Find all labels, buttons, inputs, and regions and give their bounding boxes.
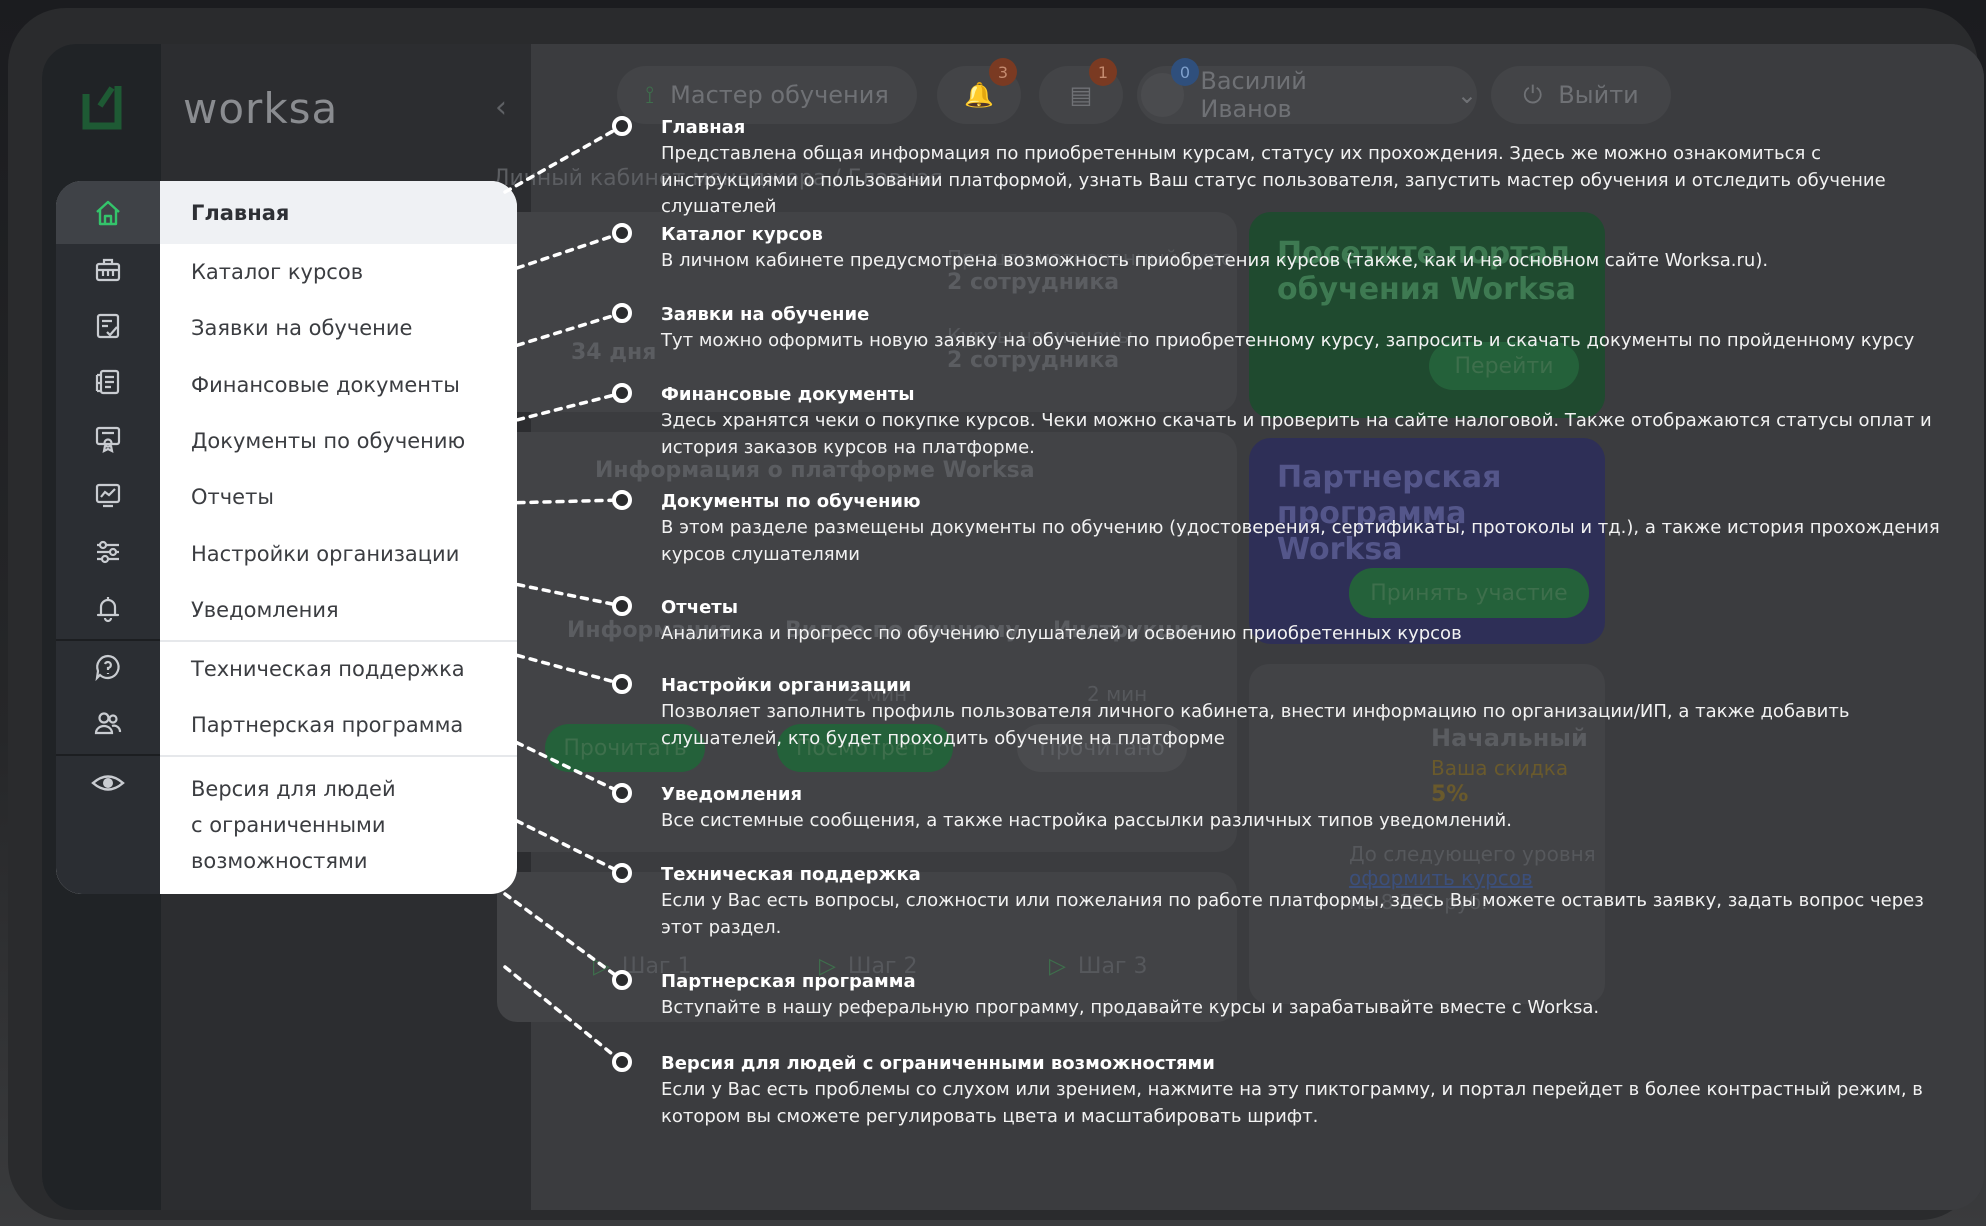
annotation-reports: Отчеты Аналитика и прогресс по обучению … [661, 595, 1961, 648]
annotation-title: Партнерская программа [661, 971, 916, 992]
annotation-home: Главная Представлена общая информация по… [661, 115, 1961, 221]
annotation-accessibility: Версия для людей с ограниченными возможн… [661, 1051, 1961, 1130]
annotation-catalog: Каталог курсов В личном кабинете предусм… [661, 222, 1961, 275]
annotation-text: В этом разделе размещены документы по об… [661, 517, 1940, 565]
annotation-text: Все системные сообщения, а также настрой… [661, 810, 1512, 831]
annotation-text: Вступайте в нашу реферальную программу, … [661, 997, 1600, 1018]
annotation-notifications: Уведомления Все системные сообщения, а т… [661, 782, 1961, 835]
annotation-title: Главная [661, 117, 746, 138]
annotation-text: Аналитика и прогресс по обучению слушате… [661, 623, 1462, 644]
annotation-text: Если у Вас есть проблемы со слухом или з… [661, 1079, 1923, 1127]
annotation-title: Версия для людей с ограниченными возможн… [661, 1053, 1215, 1074]
annotation-applications: Заявки на обучение Тут можно оформить но… [661, 302, 1961, 355]
annotation-title: Техническая поддержка [661, 864, 921, 885]
annotation-training-docs: Документы по обучению В этом разделе раз… [661, 489, 1961, 568]
annotation-title: Уведомления [661, 784, 803, 805]
annotation-text: Здесь хранятся чеки о покупке курсов. Че… [661, 410, 1932, 458]
annotation-title: Отчеты [661, 597, 739, 618]
annotation-title: Заявки на обучение [661, 304, 870, 325]
annotation-text: Если у Вас есть вопросы, сложности или п… [661, 890, 1924, 938]
annotation-title: Документы по обучению [661, 491, 921, 512]
annotation-text: В личном кабинете предусмотрена возможно… [661, 250, 1769, 271]
annotation-text: Позволяет заполнить профиль пользователя… [661, 701, 1850, 749]
annotation-title: Финансовые документы [661, 384, 915, 405]
annotation-finance-docs: Финансовые документы Здесь хранятся чеки… [661, 382, 1961, 461]
annotation-text: Тут можно оформить новую заявку на обуче… [661, 330, 1915, 351]
annotation-support: Техническая поддержка Если у Вас есть во… [661, 862, 1961, 941]
annotation-settings: Настройки организации Позволяет заполнит… [661, 673, 1961, 752]
annotation-partners: Партнерская программа Вступайте в нашу р… [661, 969, 1961, 1022]
annotation-text: Представлена общая информация по приобре… [661, 143, 1886, 217]
annotation-title: Каталог курсов [661, 224, 823, 245]
annotation-title: Настройки организации [661, 675, 912, 696]
